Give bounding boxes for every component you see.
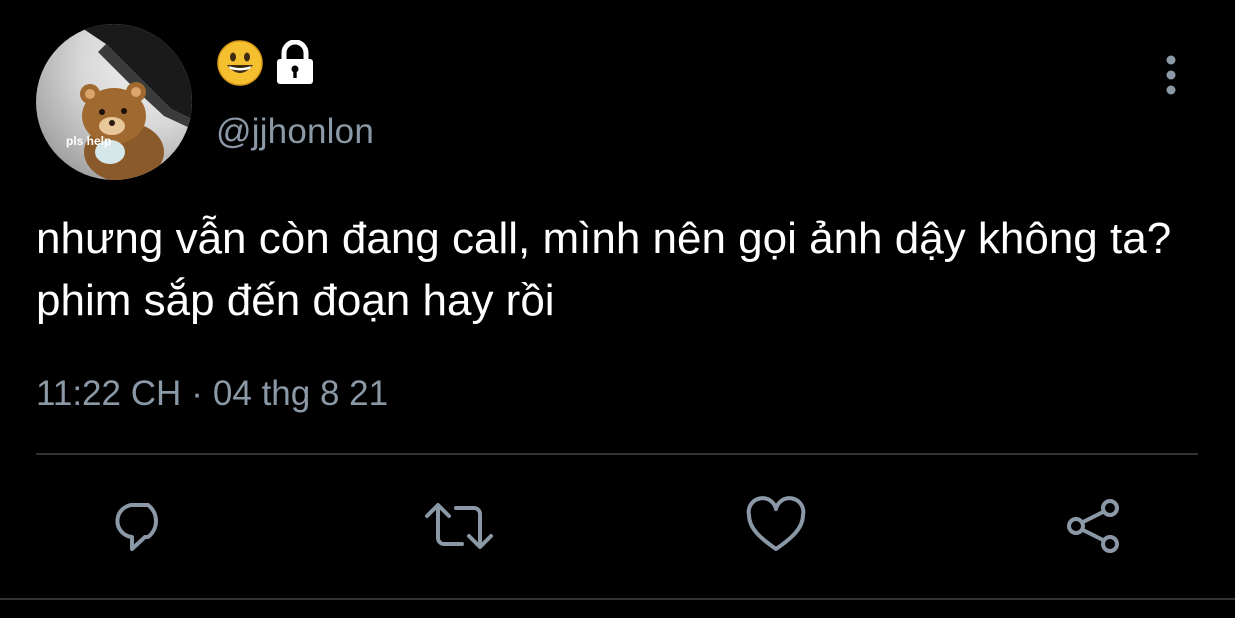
avatar[interactable]: pls help xyxy=(36,24,192,180)
grinning-face-emoji-icon xyxy=(216,39,264,92)
share-button[interactable] xyxy=(1062,494,1126,558)
like-icon xyxy=(746,496,806,551)
reply-button[interactable] xyxy=(110,494,174,558)
tweet-timestamp[interactable]: 11:22 CH · 04 thg 8 21 xyxy=(36,374,388,414)
user-handle[interactable]: @jjhonlon xyxy=(216,112,374,152)
tweet-text: nhưng vẫn còn đang call, mình nên gọi ản… xyxy=(36,214,1172,325)
share-icon xyxy=(1067,499,1119,553)
display-name[interactable] xyxy=(216,39,316,92)
lock-icon xyxy=(274,39,316,91)
timestamp-separator: · xyxy=(191,374,203,413)
like-button[interactable] xyxy=(744,494,808,558)
reply-icon xyxy=(115,502,158,551)
more-options-icon[interactable] xyxy=(1156,54,1186,98)
bottom-divider xyxy=(0,598,1235,600)
retweet-button[interactable] xyxy=(424,494,493,558)
retweet-icon xyxy=(425,503,493,549)
tweet-date: 04 thg 8 21 xyxy=(212,374,389,413)
tweet-time: 11:22 CH xyxy=(36,374,182,413)
avatar-photo xyxy=(76,24,192,180)
divider xyxy=(36,453,1198,455)
tweet-detail: pls help @jjhonlon nhưng vẫn còn đang ca… xyxy=(0,0,1235,618)
avatar-caption: pls help xyxy=(66,134,112,148)
